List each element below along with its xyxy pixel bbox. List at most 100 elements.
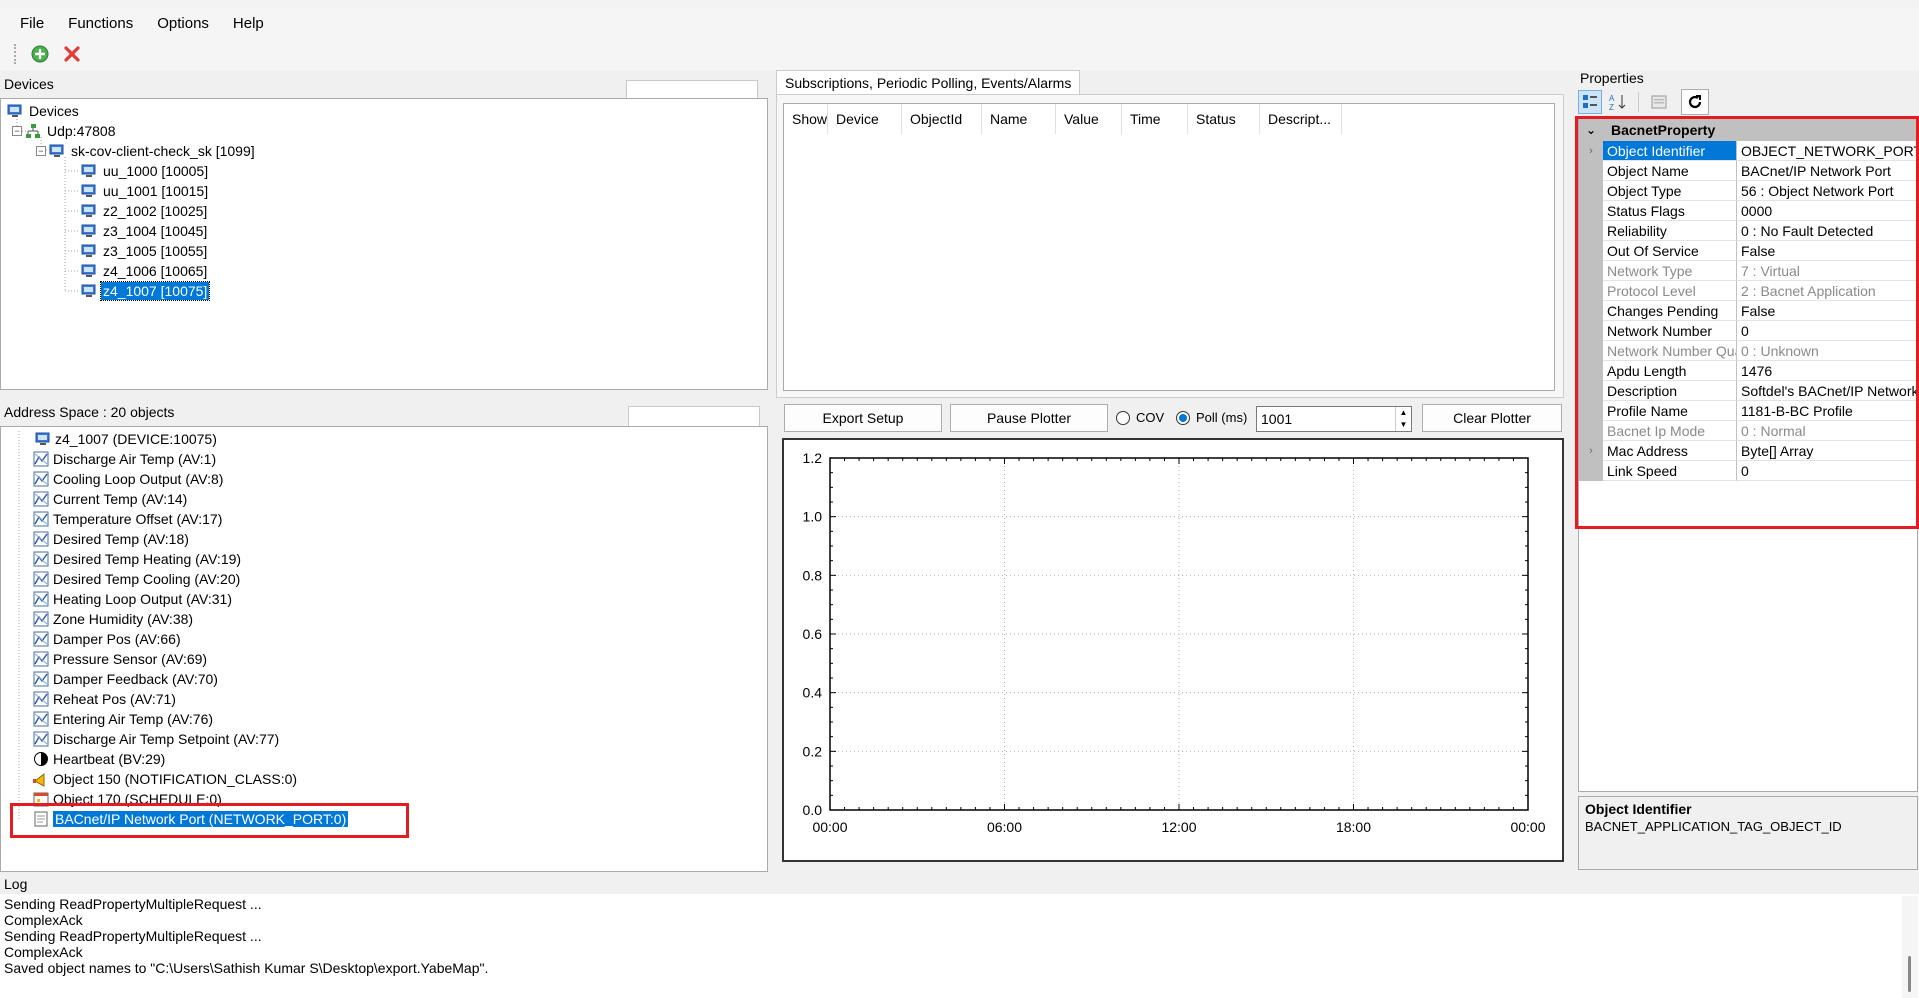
stepper-down-icon[interactable]: ▼ — [1396, 419, 1411, 431]
column-header[interactable]: ObjectId — [902, 104, 982, 134]
menu-options[interactable]: Options — [145, 11, 221, 36]
property-value[interactable]: False — [1737, 241, 1917, 261]
address-space-item[interactable]: Damper Pos (AV:66) — [33, 629, 181, 649]
plotter-chart[interactable]: 0.0 0.2 0.4 0.6 0.8 1.0 1.2 00:00 06:00 12:00 18:0… — [782, 438, 1564, 862]
devices-tree[interactable]: Devices − Udp:47808 − sk-cov-client-chec… — [0, 98, 768, 390]
property-row[interactable]: Link Speed 0 — [1579, 461, 1917, 481]
property-value[interactable]: 7 : Virtual — [1737, 261, 1917, 281]
log-scroll-thumb[interactable] — [1908, 956, 1911, 992]
property-category[interactable]: ⌄ BacnetProperty — [1579, 119, 1917, 141]
menu-file[interactable]: File — [8, 11, 56, 36]
tab-subscriptions[interactable]: Subscriptions, Periodic Polling, Events/… — [776, 70, 1081, 95]
address-space-item[interactable]: BACnet/IP Network Port (NETWORK_PORT:0) — [33, 809, 349, 829]
remove-device-button[interactable] — [61, 43, 83, 65]
log-scrollbar[interactable] — [1902, 896, 1918, 998]
poll-interval-value[interactable]: 1001 — [1257, 411, 1395, 427]
chevron-right-icon[interactable]: › — [1579, 141, 1603, 161]
cov-radio-dot[interactable] — [1116, 410, 1130, 425]
property-row[interactable]: Object Type 56 : Object Network Port — [1579, 181, 1917, 201]
property-row[interactable]: Network Number 0 — [1579, 321, 1917, 341]
property-value[interactable]: 0 — [1737, 461, 1917, 481]
tree-root-devices[interactable]: Devices — [7, 101, 81, 121]
property-row[interactable]: Network Number Qua 0 : Unknown — [1579, 341, 1917, 361]
collapse-icon[interactable]: − — [12, 126, 22, 136]
property-row[interactable]: Description Softdel's BACnet/IP Network — [1579, 381, 1917, 401]
device-item[interactable]: z3_1005 [10055] — [81, 241, 209, 261]
column-header[interactable]: Name — [982, 104, 1056, 134]
address-space-item[interactable]: Current Temp (AV:14) — [33, 489, 187, 509]
address-space-item[interactable]: Zone Humidity (AV:38) — [33, 609, 193, 629]
address-space-item[interactable]: Temperature Offset (AV:17) — [33, 509, 222, 529]
property-value[interactable]: 0 : No Fault Detected — [1737, 221, 1917, 241]
address-space-item[interactable]: Entering Air Temp (AV:76) — [33, 709, 213, 729]
address-space-item[interactable]: Discharge Air Temp Setpoint (AV:77) — [33, 729, 279, 749]
refresh-button[interactable] — [1681, 89, 1709, 115]
address-space-item[interactable]: Object 170 (SCHEDULE:0) — [33, 789, 222, 809]
address-space-item[interactable]: z4_1007 (DEVICE:10075) — [35, 429, 217, 449]
address-space-item[interactable]: Object 150 (NOTIFICATION_CLASS:0) — [33, 769, 297, 789]
device-item[interactable]: z3_1004 [10045] — [81, 221, 209, 241]
tree-node-network[interactable]: − sk-cov-client-check_sk [1099] — [36, 141, 257, 161]
categorized-button[interactable] — [1578, 90, 1602, 114]
property-row[interactable]: Network Type 7 : Virtual — [1579, 261, 1917, 281]
column-header[interactable]: Time — [1122, 104, 1188, 134]
clear-plotter-button[interactable]: Clear Plotter — [1422, 404, 1562, 432]
device-item[interactable]: uu_1001 [10015] — [81, 181, 210, 201]
poll-radio[interactable]: Poll (ms) — [1176, 410, 1247, 425]
address-space-item[interactable]: Desired Temp Cooling (AV:20) — [33, 569, 240, 589]
pause-plotter-button[interactable]: Pause Plotter — [950, 404, 1108, 432]
alphabetical-button[interactable]: AZ — [1606, 90, 1630, 114]
column-header[interactable]: Descript... — [1260, 104, 1342, 134]
device-item[interactable]: uu_1000 [10005] — [81, 161, 210, 181]
property-value[interactable]: 0000 — [1737, 201, 1917, 221]
address-space-item[interactable]: Heating Loop Output (AV:31) — [33, 589, 232, 609]
property-pages-button[interactable] — [1647, 90, 1671, 114]
property-row[interactable]: Bacnet Ip Mode 0 : Normal — [1579, 421, 1917, 441]
address-space-search-input[interactable] — [628, 406, 760, 428]
subscriptions-grid[interactable]: Show Device ObjectId Name Value Time Status Des… — [783, 103, 1555, 391]
chevron-right-icon[interactable]: › — [1579, 441, 1603, 461]
property-value[interactable]: OBJECT_NETWORK_PORT — [1737, 141, 1917, 161]
column-header[interactable]: Show — [784, 104, 828, 134]
collapse-icon[interactable]: − — [36, 146, 46, 156]
property-row[interactable]: Profile Name 1181-B-BC Profile — [1579, 401, 1917, 421]
property-grid[interactable]: ⌄ BacnetProperty › Object Identifier OBJEC… — [1578, 118, 1918, 792]
poll-radio-dot[interactable] — [1176, 410, 1190, 425]
property-value[interactable]: Byte[] Array — [1737, 441, 1917, 461]
tree-node-udp[interactable]: − Udp:47808 — [12, 121, 118, 141]
property-value[interactable]: 0 : Normal — [1737, 421, 1917, 441]
log-textbox[interactable]: Sending ReadPropertyMultipleRequest ... C… — [0, 894, 1919, 998]
device-item[interactable]: z4_1006 [10065] — [81, 261, 209, 281]
chevron-down-icon[interactable]: ⌄ — [1579, 123, 1603, 137]
menu-help[interactable]: Help — [221, 11, 276, 36]
property-row[interactable]: Status Flags 0000 — [1579, 201, 1917, 221]
property-row[interactable]: Object Name BACnet/IP Network Port — [1579, 161, 1917, 181]
column-header[interactable]: Device — [828, 104, 902, 134]
property-value[interactable]: BACnet/IP Network Port — [1737, 161, 1917, 181]
property-value[interactable]: 0 : Unknown — [1737, 341, 1917, 361]
address-space-item[interactable]: Discharge Air Temp (AV:1) — [33, 449, 216, 469]
device-item[interactable]: z2_1002 [10025] — [81, 201, 209, 221]
property-row[interactable]: › Object Identifier OBJECT_NETWORK_PORT — [1579, 141, 1917, 161]
stepper-arrows[interactable]: ▲ ▼ — [1395, 407, 1411, 431]
column-header[interactable]: Status — [1188, 104, 1260, 134]
property-value[interactable]: 56 : Object Network Port — [1737, 181, 1917, 201]
property-value[interactable]: False — [1737, 301, 1917, 321]
property-row[interactable]: Changes Pending False — [1579, 301, 1917, 321]
property-row[interactable]: Out Of Service False — [1579, 241, 1917, 261]
address-space-item[interactable]: Desired Temp Heating (AV:19) — [33, 549, 241, 569]
property-row[interactable]: Protocol Level 2 : Bacnet Application — [1579, 281, 1917, 301]
address-space-tree[interactable]: z4_1007 (DEVICE:10075) Discharge Air Temp… — [0, 426, 768, 872]
cov-radio[interactable]: COV — [1116, 410, 1164, 425]
address-space-item[interactable]: Damper Feedback (AV:70) — [33, 669, 218, 689]
address-space-item[interactable]: Heartbeat (BV:29) — [33, 749, 165, 769]
menu-functions[interactable]: Functions — [56, 11, 145, 36]
add-device-button[interactable] — [29, 43, 51, 65]
property-value[interactable]: Softdel's BACnet/IP Network — [1737, 381, 1917, 401]
property-row[interactable]: Apdu Length 1476 — [1579, 361, 1917, 381]
column-header[interactable]: Value — [1056, 104, 1122, 134]
property-value[interactable]: 2 : Bacnet Application — [1737, 281, 1917, 301]
property-row[interactable]: › Mac Address Byte[] Array — [1579, 441, 1917, 461]
poll-interval-stepper[interactable]: 1001 ▲ ▼ — [1256, 406, 1412, 432]
address-space-item[interactable]: Cooling Loop Output (AV:8) — [33, 469, 223, 489]
